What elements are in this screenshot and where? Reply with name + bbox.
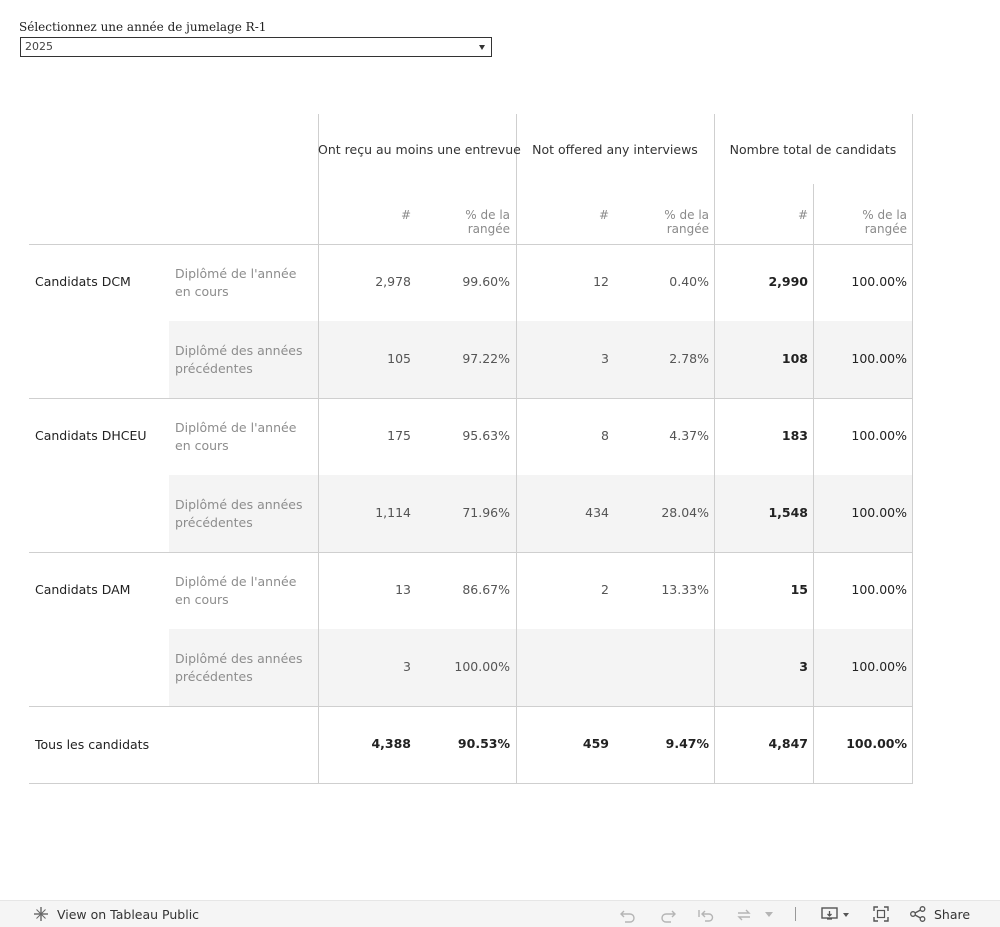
table-cell-value: 100.00% [851, 274, 907, 289]
column-subheader: % de la rangée [465, 208, 510, 236]
refresh-icon[interactable] [735, 907, 753, 923]
column-subheader: % de la rangée [664, 208, 709, 236]
row-sublabel: Diplômé de l'année en cours [175, 574, 297, 607]
share-button[interactable]: Share [910, 906, 970, 922]
column-divider [714, 114, 715, 784]
row-sublabel: Diplômé des années précédentes [175, 343, 303, 376]
column-subheader: # [400, 208, 411, 222]
column-divider [912, 114, 913, 784]
table-cell-value: 1,548 [768, 505, 808, 520]
share-icon [910, 906, 926, 922]
table-cell-value: 15 [790, 582, 808, 597]
row-sublabel: Diplômé des années précédentes [175, 651, 303, 684]
revert-icon[interactable] [697, 907, 715, 923]
table-cell-value: 13 [395, 582, 411, 597]
column-subheader: # [797, 208, 808, 222]
table-cell-value: 2.78% [669, 351, 709, 366]
tableau-toolbar: View on Tableau Public Share [0, 900, 1000, 927]
row-divider [29, 398, 912, 399]
year-select[interactable]: 2025 [20, 37, 492, 57]
table-cell-value: 183 [781, 428, 808, 443]
share-label: Share [933, 907, 971, 922]
year-select-value: 2025 [25, 40, 53, 53]
table-cell-value: 100.00% [851, 505, 907, 520]
table-cell-value: 99.60% [462, 274, 510, 289]
table-cell-value: 100.00% [851, 428, 907, 443]
column-divider [516, 114, 517, 784]
row-divider [29, 706, 912, 707]
view-on-tableau-label: View on Tableau Public [56, 907, 200, 922]
table-cell-value: 105 [387, 351, 411, 366]
fullscreen-icon[interactable] [873, 906, 889, 922]
filter-label: Sélectionnez une année de jumelage R-1 [19, 20, 267, 34]
view-on-tableau-link[interactable]: View on Tableau Public [33, 906, 199, 922]
table-cell-value: 2,990 [768, 274, 808, 289]
column-group-header: Not offered any interviews [532, 142, 698, 157]
table-cell-value: 3 [601, 351, 609, 366]
table-cell-value: 100.00% [851, 659, 907, 674]
table-cell-value: 2 [601, 582, 609, 597]
table-cell-value: 4.37% [669, 428, 709, 443]
total-cell-value: 90.53% [457, 736, 510, 751]
total-cell-value: 459 [582, 736, 609, 751]
table-cell-value: 13.33% [661, 582, 709, 597]
toolbar-divider [795, 907, 796, 921]
table-cell-value: 2,978 [375, 274, 411, 289]
total-row-label: Tous les candidats [35, 737, 150, 752]
total-cell-value: 9.47% [665, 736, 709, 751]
table-cell-value: 97.22% [462, 351, 510, 366]
table-cell-value: 28.04% [661, 505, 709, 520]
undo-icon[interactable] [619, 907, 637, 923]
row-sublabel: Diplômé des années précédentes [175, 497, 303, 530]
row-group-label: Candidats DAM [35, 582, 131, 597]
row-group-label: Candidats DCM [35, 274, 131, 289]
download-icon[interactable] [821, 906, 851, 922]
table-cell-value: 71.96% [462, 505, 510, 520]
column-group-header: Ont reçu au moins une entrevue [318, 142, 521, 157]
column-divider [813, 184, 814, 784]
row-divider [29, 552, 912, 553]
table-cell-value: 100.00% [851, 582, 907, 597]
table-cell-value: 100.00% [851, 351, 907, 366]
chevron-down-icon[interactable] [765, 912, 773, 918]
row-group-label: Candidats DHCEU [35, 428, 147, 443]
total-cell-value: 100.00% [846, 736, 907, 751]
tableau-logo-icon [34, 907, 48, 921]
row-sublabel: Diplômé de l'année en cours [175, 420, 297, 453]
column-subheader: # [598, 208, 609, 222]
table-cell-value: 434 [585, 505, 609, 520]
table-cell-value: 3 [403, 659, 411, 674]
total-cell-value: 4,388 [371, 736, 411, 751]
column-subheader: % de la rangée [862, 208, 907, 236]
table-cell-value: 86.67% [462, 582, 510, 597]
table-cell-value: 1,114 [375, 505, 411, 520]
chevron-down-icon [479, 45, 485, 50]
table-cell-value: 3 [799, 659, 808, 674]
row-divider [29, 244, 912, 245]
table-cell-value: 108 [781, 351, 808, 366]
crosstab-table: Ont reçu au moins une entrevue Not offere… [29, 114, 913, 784]
table-cell-value: 12 [593, 274, 609, 289]
table-cell-value: 0.40% [669, 274, 709, 289]
row-divider [29, 783, 912, 784]
table-cell-value: 95.63% [462, 428, 510, 443]
table-cell-value: 175 [387, 428, 411, 443]
table-cell-value: 100.00% [454, 659, 510, 674]
total-cell-value: 4,847 [768, 736, 808, 751]
row-sublabel: Diplômé de l'année en cours [175, 266, 297, 299]
redo-icon[interactable] [659, 907, 677, 923]
column-divider [318, 114, 319, 784]
column-group-header: Nombre total de candidats [729, 142, 897, 157]
table-cell-value: 8 [601, 428, 609, 443]
